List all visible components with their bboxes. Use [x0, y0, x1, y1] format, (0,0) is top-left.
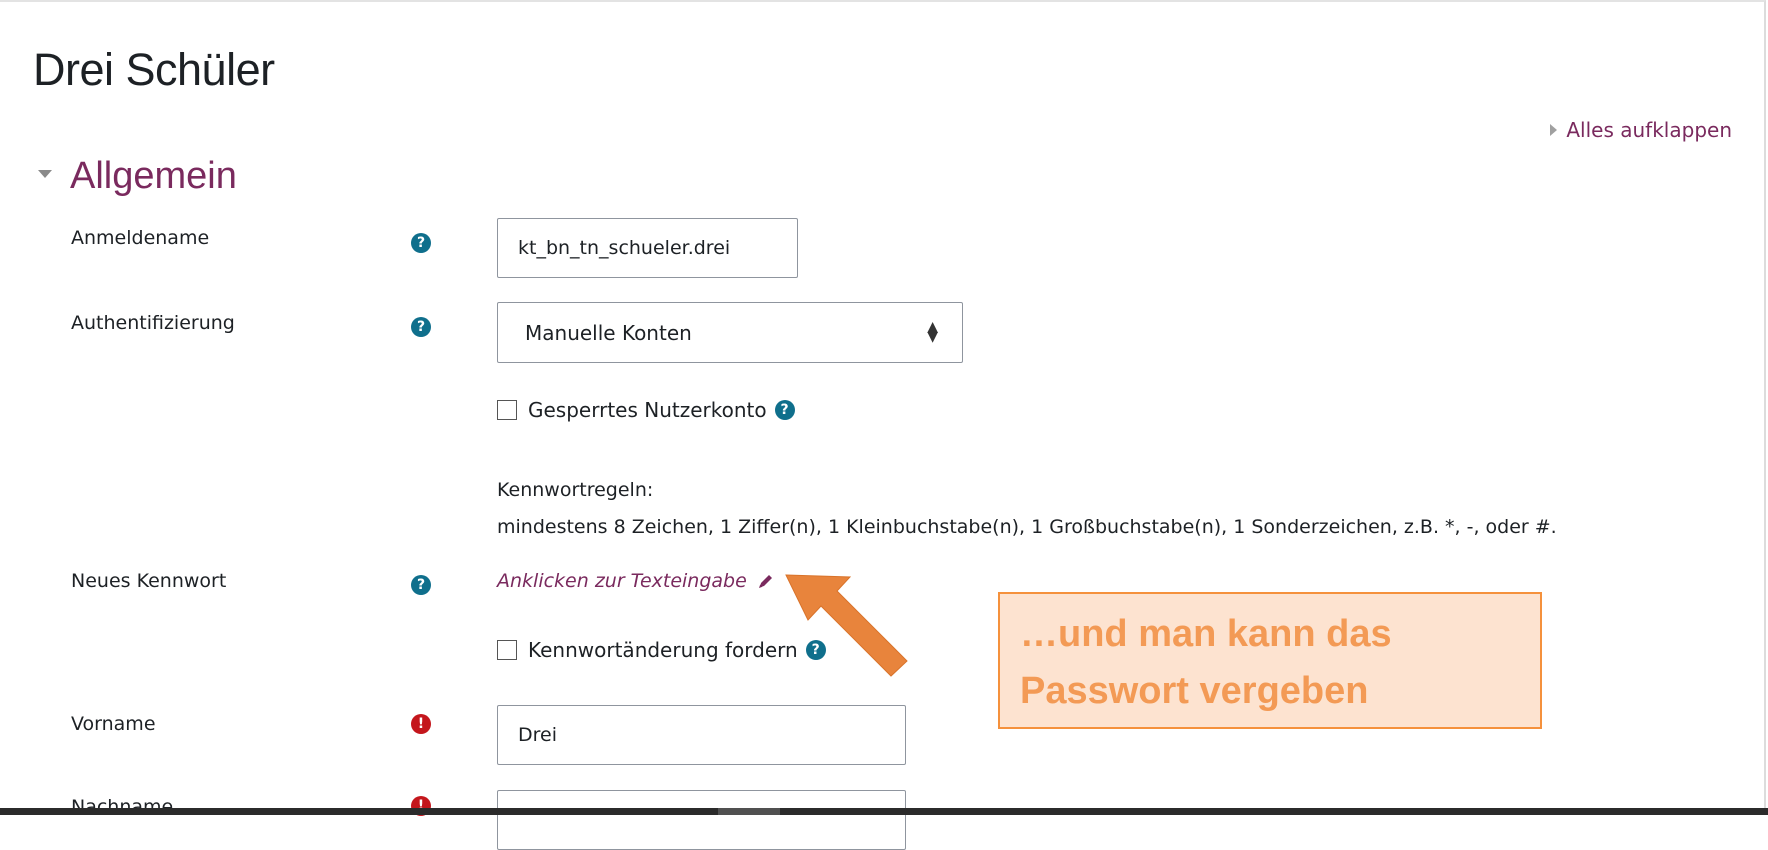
annotation-callout: …und man kann das Passwort vergeben	[998, 592, 1542, 729]
expand-all-label: Alles aufklappen	[1566, 118, 1732, 142]
exclamation-circle-icon: !	[411, 714, 431, 734]
password-rules-text: mindestens 8 Zeichen, 1 Ziffer(n), 1 Kle…	[497, 516, 1557, 538]
password-rules-heading: Kennwortregeln:	[497, 479, 654, 501]
lastname-input[interactable]	[497, 790, 906, 850]
section-title: Allgemein	[70, 155, 237, 197]
new-password-edit-link[interactable]: Anklicken zur Texteingabe	[497, 570, 775, 592]
new-password-link-text: Anklicken zur Texteingabe	[497, 570, 747, 592]
expand-all-link[interactable]: Alles aufklappen	[1550, 118, 1732, 142]
caret-down-icon	[38, 169, 52, 178]
username-input[interactable]	[497, 218, 798, 278]
pencil-icon	[758, 575, 772, 588]
auth-select[interactable]: Manuelle Konten ▲ ▼	[497, 302, 963, 363]
password-rules: Kennwortregeln: mindestens 8 Zeichen, 1 …	[497, 472, 1557, 546]
arrow-icon	[785, 574, 908, 677]
question-circle-icon[interactable]: ?	[411, 233, 431, 253]
suspended-row: Gesperrtes Nutzerkonto ?	[497, 398, 795, 422]
suspended-label: Gesperrtes Nutzerkonto	[528, 398, 767, 422]
suspended-checkbox[interactable]	[497, 400, 517, 420]
page-title: Drei Schüler	[33, 44, 275, 95]
force-change-checkbox[interactable]	[497, 640, 517, 660]
new-password-label: Neues Kennwort	[71, 570, 227, 592]
firstname-label: Vorname	[71, 713, 156, 735]
sort-arrows-icon: ▲ ▼	[927, 318, 938, 345]
callout-line-1: …und man kann das	[1020, 613, 1392, 655]
auth-selected-value: Manuelle Konten	[525, 320, 692, 345]
bottom-bar	[0, 808, 1768, 815]
section-toggle-allgemein[interactable]: Allgemein	[38, 155, 237, 198]
bottom-bar-highlight	[718, 808, 780, 815]
callout-line-2: Passwort vergeben	[1020, 670, 1369, 712]
caret-right-icon	[1550, 124, 1558, 136]
firstname-input[interactable]	[497, 705, 906, 765]
question-circle-icon[interactable]: ?	[411, 575, 431, 595]
username-label: Anmeldename	[71, 227, 210, 249]
auth-label: Authentifizierung	[71, 312, 235, 334]
question-circle-icon[interactable]: ?	[774, 400, 795, 420]
question-circle-icon[interactable]: ?	[411, 317, 431, 337]
force-change-label: Kennwortänderung fordern	[528, 638, 798, 662]
